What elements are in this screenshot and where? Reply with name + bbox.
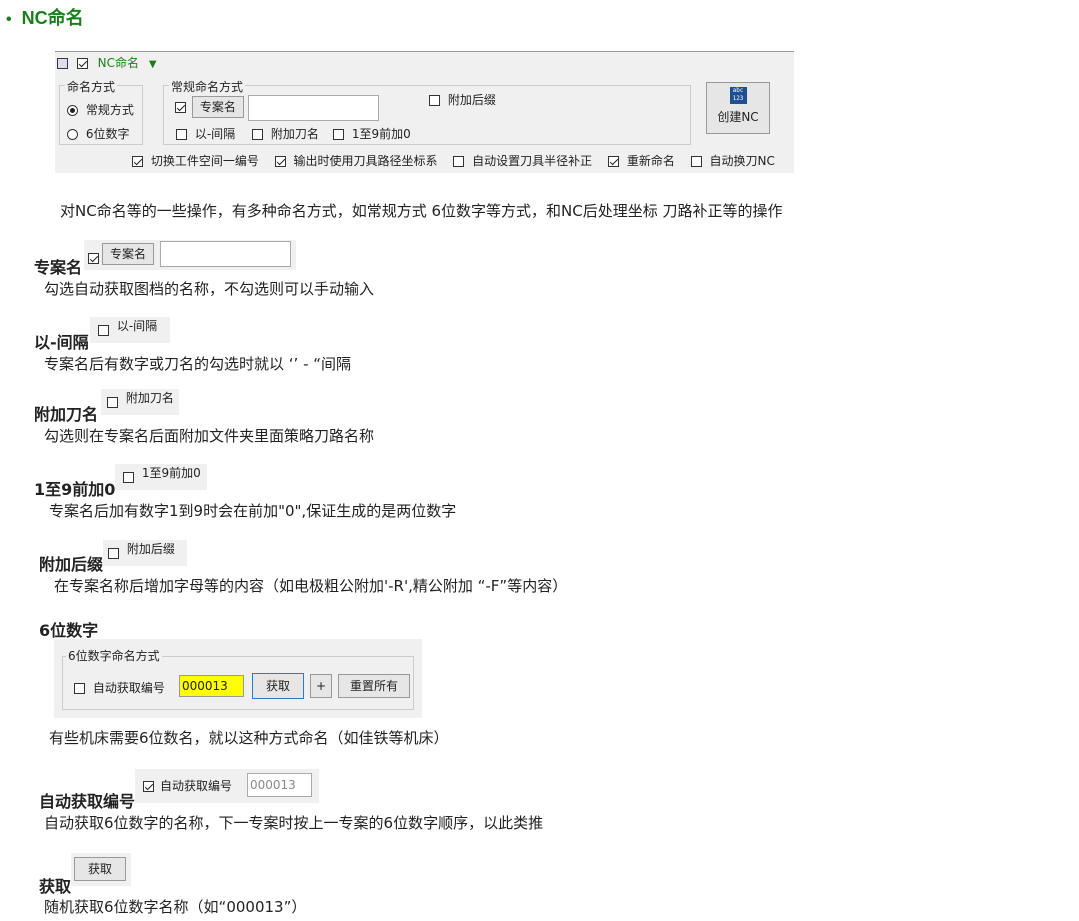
heading-attach-suffix: 附加后缀 [39,555,104,574]
bullet-icon: • [6,11,12,28]
desc-dash-sep: 专案名后有数字或刀名的勾选时就以 ‘’ - “间隔 [44,355,352,373]
project-name-button-2[interactable]: 专案名 [102,243,154,265]
dash-sep-label-2: 以-间隔 [116,319,158,333]
pad-zero-row[interactable]: 1至9前加0 [333,125,411,142]
auto-number-input[interactable]: 000013 [247,773,312,797]
naming-mode-legend: 命名方式 [65,78,118,95]
intro-text: 对NC命名等的一些操作，有多种命名方式，如常规方式 6位数字等方式，和NC后处理… [60,202,783,220]
project-name-checkbox-2[interactable] [88,253,99,264]
pad-zero-label-2: 1至9前加0 [141,466,201,480]
six-digit-legend: 6位数字命名方式 [66,647,162,664]
radio-six-row[interactable]: 6位数字 [67,125,129,142]
project-name-row: 专案名 [175,96,244,118]
expand-triangle-icon[interactable]: ▼ [149,59,157,70]
reset-all-button[interactable]: 重置所有 [338,674,410,698]
pad-zero-control-strip: 1至9前加0 [115,464,207,490]
create-nc-button[interactable]: abc 123 创建NC [706,82,770,134]
regular-naming-legend: 常规命名方式 [169,78,246,95]
radio-regular-row[interactable]: 常规方式 [67,101,134,118]
project-name-checkbox[interactable] [175,102,186,113]
auto-number-label: 自动获取编号 [92,681,165,695]
heading-pad-zero: 1至9前加0 [34,480,116,499]
panel-header: NC命名 ▼ [57,54,157,71]
pad-zero-checkbox-2[interactable] [123,471,134,483]
attach-suffix-label: 附加后缀 [447,93,496,107]
project-name-button[interactable]: 专案名 [191,96,244,118]
opt-auto-comp-checkbox[interactable] [453,156,465,167]
attach-tool-checkbox[interactable] [252,129,263,140]
opt-tool-radius-label: 输出时使用刀具路径坐标系 [293,154,438,168]
get-control-strip: 获取 [71,853,131,886]
radio-regular-label: 常规方式 [85,103,134,117]
desc-six-digit: 有些机床需要6位数名，就以这种方式命名（如佳铁等机床） [49,729,449,747]
dash-sep-row[interactable]: 以-间隔 [176,125,235,142]
auto-number-checkbox[interactable] [74,683,85,694]
desc-auto-number: 自动获取6位数字的名称，下一专案时按上一专案的6位数字顺序，以此类推 [44,814,544,832]
opt-tool-change-checkbox[interactable] [690,156,702,167]
auto-number-control-strip: 自动获取编号 000013 [135,769,319,803]
attach-tool-label-2: 附加刀名 [125,391,174,405]
project-name-control-strip: 专案名 [84,240,296,270]
heading-get: 获取 [39,877,72,896]
heading-project-name: 专案名 [34,258,83,277]
create-nc-label: 创建NC [717,110,759,124]
attach-tool-checkbox-2[interactable] [107,396,118,408]
desc-attach-suffix: 在专案名称后增加字母等的内容（如电极粗公附加'-R',精公附加 “-F”等内容） [54,577,568,595]
dash-sep-control-strip: 以-间隔 [90,317,170,343]
desc-attach-tool: 勾选则在专案名后面附加文件夹里面策略刀路名称 [44,427,375,445]
pad-zero-checkbox[interactable] [333,129,344,140]
auto-number-row[interactable]: 自动获取编号 [74,679,165,696]
opt-tool-change-label: 自动换刀NC [709,154,775,168]
opt-rename-label: 重新命名 [626,154,675,168]
plus-button[interactable]: + [310,674,332,698]
attach-tool-label: 附加刀名 [270,127,319,141]
desc-project-name: 勾选自动获取图档的名称，不勾选则可以手动输入 [44,280,375,298]
desc-pad-zero: 专案名后加有数字1到9时会在前加"0",保证生成的是两位数字 [49,502,457,520]
page-title: • NC命名 [6,8,84,28]
get-button[interactable]: 获取 [252,673,304,699]
project-name-input[interactable] [248,95,379,121]
dash-sep-checkbox-2[interactable] [98,324,109,336]
opt-rename-checkbox[interactable] [608,156,620,167]
abc123-icon: abc 123 [729,87,747,104]
attach-tool-row[interactable]: 附加刀名 [252,125,319,142]
opt-switch-ws-checkbox[interactable] [132,156,143,167]
heading-attach-tool: 附加刀名 [34,405,99,424]
project-name-input-2[interactable] [160,241,291,267]
attach-suffix-row[interactable]: 附加后缀 [429,91,496,108]
heading-six-digit: 6位数字 [39,621,99,640]
get-button-2[interactable]: 获取 [74,857,126,881]
attach-suffix-checkbox[interactable] [429,95,440,106]
nc-grid-icon [57,58,68,69]
heading-dash-sep: 以-间隔 [34,333,89,352]
radio-six-label: 6位数字 [85,127,130,141]
attach-suffix-checkbox-2[interactable] [108,547,119,559]
options-row: 切换工件空间一编号 输出时使用刀具路径坐标系 自动设置刀具半径补正 重新命名 自… [132,152,775,169]
panel-header-label: NC命名 [97,56,140,70]
opt-auto-comp-label: 自动设置刀具半径补正 [472,154,593,168]
radio-regular[interactable] [67,105,78,116]
desc-get: 随机获取6位数字名称（如“000013”） [44,898,307,916]
nc-naming-panel: NC命名 ▼ 命名方式 常规方式 6位数字 常规命名方式 专案名 附加后缀 以-… [55,51,794,173]
auto-number-checkbox-2[interactable] [143,781,154,792]
opt-tool-radius-checkbox[interactable] [274,156,286,167]
six-digit-value-input[interactable]: 000013 [179,675,244,697]
dash-sep-checkbox[interactable] [176,129,187,140]
auto-number-label-2: 自动获取编号 [160,779,233,793]
attach-suffix-label-2: 附加后缀 [126,542,175,556]
pad-zero-label: 1至9前加0 [351,127,411,141]
heading-auto-number: 自动获取编号 [39,792,136,811]
attach-tool-control-strip: 附加刀名 [101,389,179,415]
dash-sep-label: 以-间隔 [194,127,236,141]
attach-suffix-control-strip: 附加后缀 [103,540,187,566]
nc-enable-checkbox[interactable] [76,58,88,69]
six-digit-panel: 6位数字命名方式 自动获取编号 000013 获取 + 重置所有 [54,639,422,718]
opt-switch-ws-label: 切换工件空间一编号 [150,154,259,168]
radio-six[interactable] [67,129,78,140]
